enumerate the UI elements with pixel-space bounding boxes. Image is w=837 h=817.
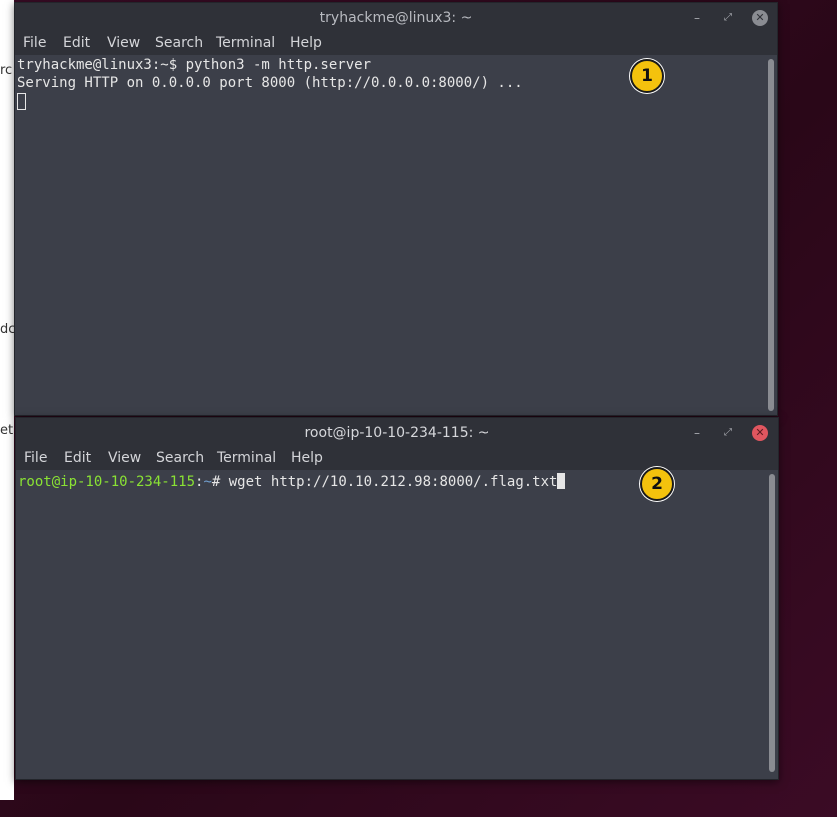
menu-search[interactable]: Search [156, 450, 204, 466]
desktop-text-fragment: et [0, 423, 14, 438]
terminal-window-linux3[interactable]: tryhackme@linux3: ~ – ⤢ ✕ File Edit View… [14, 2, 778, 416]
terminal-line: Serving HTTP on 0.0.0.0 port 8000 (http:… [17, 75, 523, 91]
menu-bar: File Edit View Search Terminal Help [16, 448, 778, 470]
scrollbar[interactable] [768, 59, 774, 411]
step-badge-2: 2 [640, 467, 674, 501]
minimize-button[interactable]: – [689, 10, 705, 26]
step-badge-1: 1 [630, 59, 664, 93]
menu-edit[interactable]: Edit [63, 35, 90, 51]
prompt-symbol: # [211, 474, 229, 490]
menu-edit[interactable]: Edit [64, 450, 91, 466]
window-titlebar[interactable]: tryhackme@linux3: ~ – ⤢ ✕ [15, 3, 777, 33]
terminal-window-root[interactable]: root@ip-10-10-234-115: ~ – ⤢ ✕ File Edit… [15, 417, 779, 780]
menu-terminal[interactable]: Terminal [216, 35, 275, 51]
terminal-command-line: root@ip-10-10-234-115:~# wget http://10.… [18, 473, 566, 490]
terminal-output[interactable]: root@ip-10-10-234-115:~# wget http://10.… [16, 470, 778, 779]
desktop-text-fragment: rc [0, 63, 13, 78]
menu-search[interactable]: Search [155, 35, 203, 51]
close-button[interactable]: ✕ [752, 10, 768, 26]
menu-view[interactable]: View [107, 35, 140, 51]
window-title: tryhackme@linux3: ~ [319, 10, 473, 26]
maximize-button[interactable]: ⤢ [720, 425, 736, 441]
menu-view[interactable]: View [108, 450, 141, 466]
command-text: wget http://10.10.212.98:8000/.flag.txt [228, 474, 558, 490]
prompt-path: ~ [203, 474, 212, 490]
scrollbar[interactable] [769, 474, 775, 772]
menu-terminal[interactable]: Terminal [217, 450, 276, 466]
window-title: root@ip-10-10-234-115: ~ [304, 425, 490, 441]
menu-file[interactable]: File [23, 35, 46, 51]
background-window-edge [0, 0, 14, 800]
terminal-cursor [557, 473, 566, 489]
prompt-user-host: root@ip-10-10-234-115 [18, 474, 196, 490]
maximize-button[interactable]: ⤢ [720, 10, 736, 26]
menu-file[interactable]: File [24, 450, 47, 466]
terminal-cursor [17, 93, 26, 110]
close-button[interactable]: ✕ [752, 425, 768, 441]
menu-help[interactable]: Help [290, 35, 322, 51]
window-titlebar[interactable]: root@ip-10-10-234-115: ~ – ⤢ ✕ [16, 418, 778, 448]
minimize-button[interactable]: – [689, 425, 705, 441]
menu-bar: File Edit View Search Terminal Help [15, 33, 777, 55]
menu-help[interactable]: Help [291, 450, 323, 466]
terminal-line: tryhackme@linux3:~$ python3 -m http.serv… [17, 57, 372, 73]
terminal-output[interactable]: tryhackme@linux3:~$ python3 -m http.serv… [15, 55, 777, 415]
